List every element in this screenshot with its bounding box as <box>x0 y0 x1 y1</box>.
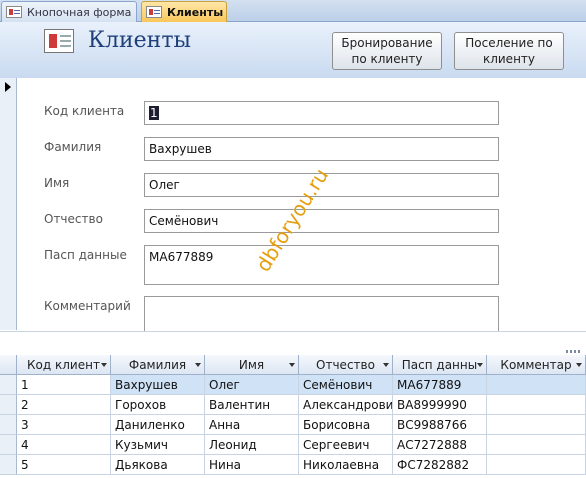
booking-button-line-2: по клиенту <box>351 52 423 66</box>
booking-button-line-1: Бронирование <box>341 36 433 50</box>
row-selector[interactable] <box>0 455 17 475</box>
row-selector[interactable] <box>0 435 17 455</box>
column-header-first-name[interactable]: Имя <box>205 355 299 375</box>
record-selector[interactable] <box>0 78 17 330</box>
current-record-arrow-icon <box>5 82 11 92</box>
cell-passport[interactable]: ВА8999990 <box>393 395 487 415</box>
select-all-corner[interactable] <box>0 355 17 375</box>
cell-last-name[interactable]: Кузьмич <box>111 435 205 455</box>
cell-passport[interactable]: МА677889 <box>393 375 487 395</box>
table-row[interactable]: 4 Кузьмич Леонид Сергеевич АС7272888 <box>0 435 586 455</box>
settlement-button-line-1: Поселение по <box>465 36 553 50</box>
cell-comment[interactable] <box>487 455 586 475</box>
first-name-label: Имя <box>44 176 70 190</box>
passport-label: Пасп данные <box>44 248 127 262</box>
clients-datasheet: Код клиент Фамилия Имя Отчество Пасп дан… <box>0 355 586 478</box>
cell-comment[interactable] <box>487 395 586 415</box>
cell-last-name[interactable]: Даниленко <box>111 415 205 435</box>
tab-switchboard-label: Кнопочная форма <box>27 5 132 19</box>
row-selector[interactable] <box>0 395 17 415</box>
cell-patronymic[interactable]: Сергеевич <box>299 435 393 455</box>
cell-last-name[interactable]: Вахрушев <box>111 375 205 395</box>
column-header-code-label: Код клиент <box>27 357 100 372</box>
form-logo-icon-lines <box>60 35 71 37</box>
tab-clients[interactable]: Клиенты <box>141 1 227 22</box>
cell-comment[interactable] <box>487 415 586 435</box>
sort-dropdown-icon[interactable] <box>101 363 107 367</box>
tab-clients-label: Клиенты <box>167 5 224 19</box>
cell-first-name[interactable]: Олег <box>205 375 299 395</box>
cell-patronymic[interactable]: Борисовна <box>299 415 393 435</box>
sort-dropdown-icon[interactable] <box>576 363 582 367</box>
cell-passport[interactable]: АС7272888 <box>393 435 487 455</box>
comment-field[interactable] <box>144 296 499 336</box>
cell-code[interactable]: 3 <box>17 415 111 435</box>
form-title: Клиенты <box>88 28 192 53</box>
cell-patronymic[interactable]: Николаевна <box>299 455 393 475</box>
last-name-field[interactable]: Вахрушев <box>144 137 499 161</box>
document-tab-strip: Кнопочная форма Клиенты <box>0 0 586 22</box>
client-code-label: Код клиента <box>44 104 125 118</box>
patronymic-label: Отчество <box>44 212 103 226</box>
settlement-by-client-button[interactable]: Поселение по клиенту <box>454 32 564 70</box>
column-header-code[interactable]: Код клиент <box>17 355 111 375</box>
cell-passport[interactable]: ФС7282882 <box>393 455 487 475</box>
patronymic-field[interactable]: Семёнович <box>144 209 499 233</box>
form-icon <box>6 6 22 18</box>
cell-first-name[interactable]: Леонид <box>205 435 299 455</box>
access-window: Кнопочная форма Клиенты Клиенты Брониров… <box>0 0 586 478</box>
sort-dropdown-icon[interactable] <box>477 363 483 367</box>
cell-last-name[interactable]: Дьякова <box>111 455 205 475</box>
split-form-divider[interactable] <box>0 331 586 355</box>
column-header-comment-label: Комментар <box>500 357 572 372</box>
comment-label: Комментарий <box>44 299 131 313</box>
column-header-patronymic[interactable]: Отчество <box>299 355 393 375</box>
cell-code[interactable]: 1 <box>17 375 111 395</box>
column-header-first-name-label: Имя <box>238 357 265 372</box>
row-selector[interactable] <box>0 375 17 395</box>
cell-code[interactable]: 2 <box>17 395 111 415</box>
tab-switchboard[interactable]: Кнопочная форма <box>1 1 137 22</box>
client-code-field[interactable]: 1 <box>144 101 499 125</box>
sort-dropdown-icon[interactable] <box>383 363 389 367</box>
settlement-button-line-2: клиенту <box>482 52 536 66</box>
table-row[interactable]: 5 Дьякова Нина Николаевна ФС7282882 <box>0 455 586 475</box>
cell-patronymic[interactable]: Александрови <box>299 395 393 415</box>
table-row[interactable]: 2 Горохов Валентин Александрови ВА899999… <box>0 395 586 415</box>
splitter-grip-icon[interactable] <box>566 350 582 353</box>
cell-first-name[interactable]: Анна <box>205 415 299 435</box>
column-header-last-name[interactable]: Фамилия <box>111 355 205 375</box>
cell-first-name[interactable]: Нина <box>205 455 299 475</box>
column-header-patronymic-label: Отчество <box>316 357 375 372</box>
column-header-passport-label: Пасп данны <box>401 357 478 372</box>
table-row[interactable]: 3 Даниленко Анна Борисовна ВС9988766 <box>0 415 586 435</box>
column-header-passport[interactable]: Пасп данны <box>393 355 487 375</box>
form-logo-icon-bar <box>49 34 57 48</box>
client-code-value: 1 <box>149 106 159 120</box>
cell-last-name[interactable]: Горохов <box>111 395 205 415</box>
cell-comment[interactable] <box>487 435 586 455</box>
cell-passport[interactable]: ВС9988766 <box>393 415 487 435</box>
sort-dropdown-icon[interactable] <box>195 363 201 367</box>
cell-first-name[interactable]: Валентин <box>205 395 299 415</box>
form-header: Клиенты Бронирование по клиенту Поселени… <box>0 22 586 78</box>
column-header-comment[interactable]: Комментар <box>487 355 586 375</box>
passport-field[interactable]: МА677889 <box>144 245 499 285</box>
form-icon <box>146 6 162 18</box>
cell-patronymic[interactable]: Семёнович <box>299 375 393 395</box>
cell-comment[interactable] <box>487 375 586 395</box>
sort-dropdown-icon[interactable] <box>289 363 295 367</box>
cell-code[interactable]: 4 <box>17 435 111 455</box>
column-header-last-name-label: Фамилия <box>128 357 187 372</box>
form-logo-icon <box>44 29 74 53</box>
cell-code[interactable]: 5 <box>17 455 111 475</box>
row-selector[interactable] <box>0 415 17 435</box>
last-name-label: Фамилия <box>44 140 102 154</box>
table-row[interactable]: 1 Вахрушев Олег Семёнович МА677889 <box>0 375 586 395</box>
booking-by-client-button[interactable]: Бронирование по клиенту <box>332 32 442 70</box>
